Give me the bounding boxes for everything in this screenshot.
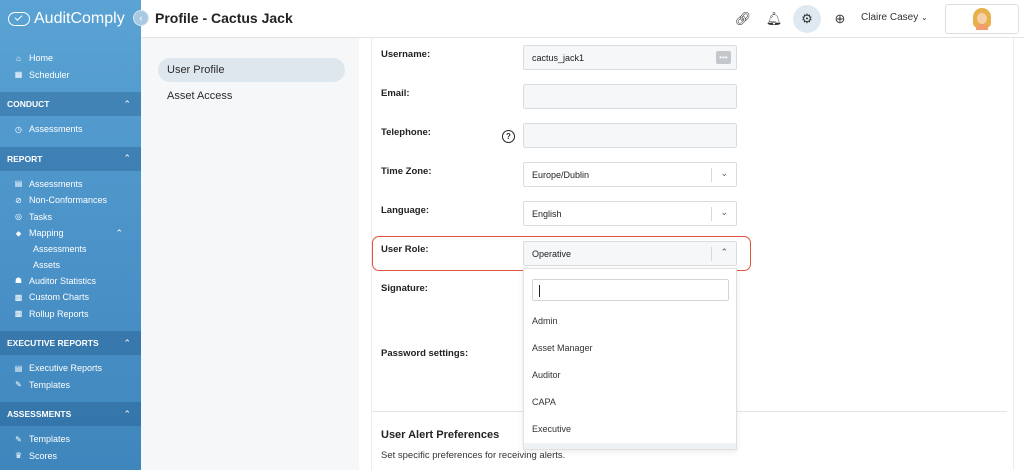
username-label: Username:	[381, 49, 431, 60]
sidebar-item-home[interactable]: ⌂ Home	[0, 50, 141, 67]
sidebar-item-custom-charts[interactable]: ▩ Custom Charts	[0, 289, 141, 306]
page-title: Profile - Cactus Jack	[155, 10, 293, 26]
users-icon: ☗	[14, 276, 23, 286]
sidebar-item-report-assessments[interactable]: ▤ Assessments	[0, 176, 141, 193]
user-menu[interactable]: Claire Casey ⌄	[861, 12, 928, 23]
sidebar-item-tasks[interactable]: ◎ Tasks	[0, 209, 141, 226]
section-report[interactable]: REPORT ⌃	[0, 146, 141, 171]
collapse-sidebar-button[interactable]: ‹	[133, 10, 149, 26]
section-executive-reports[interactable]: EXECUTIVE REPORTS ⌃	[0, 331, 141, 355]
user-role-select[interactable]: Operative ⌃	[523, 241, 737, 266]
edit-icon: ✎	[15, 380, 22, 390]
document-icon: ▤	[14, 179, 23, 189]
sidebar-item-rollup-reports[interactable]: ▩ Rollup Reports	[0, 306, 141, 323]
home-icon: ⌂	[16, 53, 21, 63]
more-icon[interactable]: •••	[716, 51, 731, 64]
password-settings-label: Password settings:	[381, 348, 469, 359]
chevron-up-icon: ⌃	[720, 247, 728, 257]
dropdown-search-input[interactable]	[532, 279, 729, 301]
username-field[interactable]: cactus_jack1 •••	[523, 45, 737, 70]
sidebar-subitem-mapping-assets[interactable]: Assets	[0, 257, 141, 273]
brand[interactable]: AuditComply	[0, 0, 141, 38]
user-role-dropdown: Admin Asset Manager Auditor CAPA Executi…	[523, 268, 737, 450]
sidebar-item-executive-templates[interactable]: ✎ Templates	[0, 377, 141, 394]
section-assessments[interactable]: ASSESSMENTS ⌃	[0, 402, 141, 426]
chevron-down-icon: ⌄	[720, 207, 728, 217]
sidebar-item-scores[interactable]: ♛ Scores	[0, 448, 141, 465]
help-icon[interactable]: ?	[502, 130, 515, 143]
chevron-up-icon: ⌃	[123, 337, 131, 348]
sidebar-item-conduct-assessments[interactable]: ◷ Assessments	[0, 121, 141, 138]
role-option-capa[interactable]: CAPA	[532, 397, 556, 407]
logo-icon	[8, 12, 30, 26]
email-field[interactable]	[523, 84, 737, 109]
role-option-admin[interactable]: Admin	[532, 316, 558, 326]
alert-preferences-title: User Alert Preferences	[381, 429, 500, 441]
header: Profile - Cactus Jack 🔗︎ 🔔︎ ⚙ ⊕ Claire C…	[141, 0, 1024, 38]
edit-icon: ✎	[15, 434, 22, 444]
alert-preferences-description: Set specific preferences for receiving a…	[381, 450, 566, 461]
user-role-label: User Role:	[381, 244, 429, 255]
map-pin-icon: ⬥	[15, 228, 22, 238]
role-option-executive[interactable]: Executive	[532, 424, 571, 434]
role-option-auditor[interactable]: Auditor	[532, 370, 561, 380]
chevron-up-icon: ⌃	[115, 227, 123, 238]
profile-form: Username: cactus_jack1 ••• Email: Teleph…	[359, 38, 1024, 470]
chart-icon: ▩	[14, 309, 23, 319]
chevron-down-icon: ⌄	[720, 168, 728, 178]
avatar[interactable]	[945, 4, 1019, 34]
subnav-asset-access[interactable]: Asset Access	[158, 84, 345, 108]
role-option-next[interactable]	[524, 443, 736, 449]
bell-icon[interactable]: 🔔︎	[762, 7, 786, 31]
app-name: AuditComply	[34, 10, 125, 27]
tasks-icon: ◎	[15, 212, 22, 222]
chevron-left-icon: ‹	[139, 12, 143, 24]
role-option-asset-manager[interactable]: Asset Manager	[532, 343, 593, 353]
trophy-icon: ♛	[14, 451, 23, 461]
profile-subnav: User Profile Asset Access	[141, 38, 359, 470]
sidebar-subitem-mapping-assessments[interactable]: Assessments	[0, 242, 141, 258]
subnav-user-profile[interactable]: User Profile	[158, 58, 345, 82]
signature-label: Signature:	[381, 283, 428, 294]
chevron-up-icon: ⌃	[123, 153, 131, 163]
timezone-select[interactable]: Europe/Dublin ⌄	[523, 162, 737, 187]
telephone-field[interactable]	[523, 123, 737, 148]
document-icon: ▤	[14, 363, 23, 373]
sidebar-item-auditor-statistics[interactable]: ☗ Auditor Statistics	[0, 273, 141, 290]
sidebar-item-non-conformances[interactable]: ⊘ Non-Conformances	[0, 192, 141, 209]
search-warning-icon: ⊘	[15, 195, 22, 205]
sidebar: AuditComply ⌂ Home ▦ Scheduler CONDUCT ⌃ ◷ A…	[0, 0, 141, 470]
chevron-down-icon: ⌄	[921, 13, 928, 22]
chevron-up-icon: ⌃	[123, 98, 131, 109]
link-icon[interactable]: 🔗︎	[731, 7, 755, 31]
settings-gear-icon[interactable]: ⚙	[793, 5, 821, 33]
language-label: Language:	[381, 205, 430, 216]
sidebar-item-mapping[interactable]: ⬥ Mapping ⌃	[0, 225, 141, 242]
chart-icon: ▩	[14, 292, 23, 302]
text-caret	[539, 285, 540, 297]
telephone-label: Telephone:	[381, 127, 431, 138]
sidebar-item-scheduler[interactable]: ▦ Scheduler	[0, 67, 141, 84]
avatar-image	[973, 8, 991, 30]
language-select[interactable]: English ⌄	[523, 201, 737, 226]
divider	[1013, 38, 1014, 470]
clock-icon: ◷	[15, 124, 22, 134]
chevron-up-icon: ⌃	[123, 408, 131, 419]
sidebar-item-assessment-templates[interactable]: ✎ Templates	[0, 431, 141, 448]
section-conduct[interactable]: CONDUCT ⌃	[0, 92, 141, 116]
calendar-icon: ▦	[14, 70, 23, 80]
sidebar-item-executive-reports[interactable]: ▤ Executive Reports	[0, 360, 141, 377]
timezone-label: Time Zone:	[381, 166, 432, 177]
globe-icon[interactable]: ⊕	[828, 7, 852, 31]
email-label: Email:	[381, 88, 410, 99]
